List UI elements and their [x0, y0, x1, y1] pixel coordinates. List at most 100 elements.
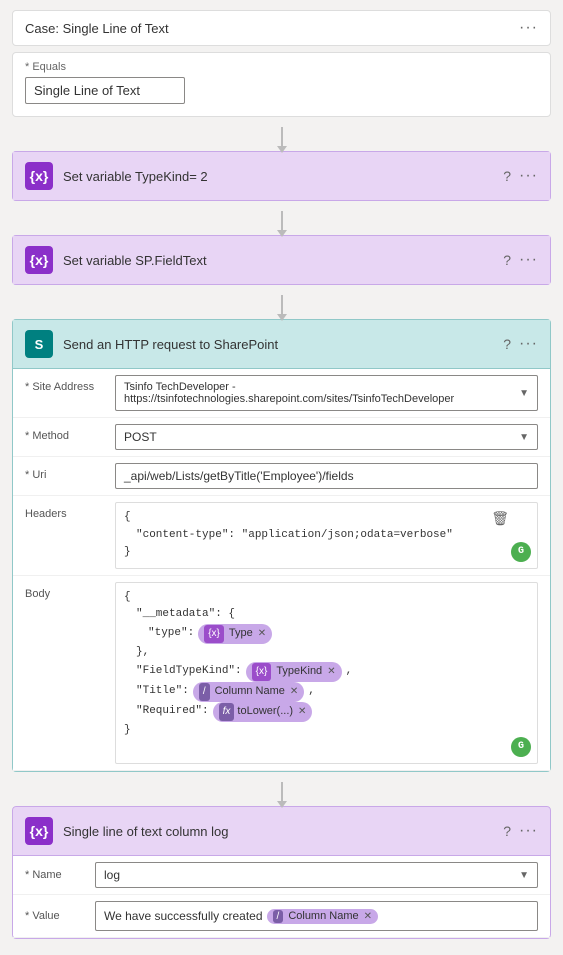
type-token: {x} Type ✕ — [198, 624, 272, 644]
tolower-token-label: toLower(...) — [237, 703, 293, 721]
action-fieldtext-controls: ? ··· — [503, 251, 538, 269]
type-token-remove[interactable]: ✕ — [258, 626, 266, 642]
action-typekind-help[interactable]: ? — [503, 168, 511, 184]
action-fieldtext-menu[interactable]: ··· — [519, 251, 538, 269]
action-typekind-icon: {x} — [25, 162, 53, 190]
uri-value[interactable]: _api/web/Lists/getByTitle('Employee')/fi… — [115, 463, 538, 489]
action-fieldtext: {x} Set variable SP.FieldText ? ··· — [12, 235, 551, 285]
body-grammarly-btn: G — [511, 737, 531, 757]
site-address-chevron: ▼ — [519, 388, 529, 399]
action-typekind-title: Set variable TypeKind= 2 — [63, 169, 493, 184]
typekind-token-label: TypeKind — [276, 663, 322, 681]
site-address-row: * Site Address Tsinfo TechDeveloper - ht… — [13, 369, 550, 418]
log-action: {x} Single line of text column log ? ···… — [12, 806, 551, 939]
http-action-header[interactable]: S Send an HTTP request to SharePoint ? ·… — [12, 319, 551, 369]
body-comma-1: , — [346, 663, 353, 681]
log-value-label: * Value — [25, 910, 85, 922]
tolower-token: fx toLower(...) ✕ — [213, 702, 313, 722]
type-token-icon: {x} — [204, 625, 224, 643]
colname-token-label: Column Name — [215, 683, 285, 701]
case-header-menu[interactable]: ··· — [519, 19, 538, 37]
action-fieldtext-title: Set variable SP.FieldText — [63, 253, 493, 268]
log-block-body: * Name log ▼ * Value We have successfull… — [12, 856, 551, 939]
arrow-2 — [12, 207, 551, 235]
action-fieldtext-help[interactable]: ? — [503, 252, 511, 268]
body-required-row: "Required": fx toLower(...) ✕ — [124, 702, 529, 722]
site-address-value: Tsinfo TechDeveloper - https://tsinfotec… — [124, 381, 519, 405]
log-name-chevron: ▼ — [519, 870, 529, 881]
headers-delete-icon[interactable]: 🗑 — [491, 509, 509, 531]
grammarly-btn: G — [511, 542, 531, 562]
body-line-5: "FieldTypeKind": — [136, 663, 242, 681]
headers-code[interactable]: 🗑 { "content-type": "application/json;od… — [115, 502, 538, 569]
body-code[interactable]: { "__metadata": { "type": {x} Type ✕ — [115, 582, 538, 764]
log-colname-remove[interactable]: ✕ — [364, 911, 372, 922]
body-metadata-line: "__metadata": { — [124, 606, 529, 624]
log-action-controls: ? ··· — [503, 822, 538, 840]
headers-row: Headers 🗑 { "content-type": "application… — [13, 496, 550, 576]
body-typekind-row: "FieldTypeKind": {x} TypeKind ✕ , — [124, 662, 529, 682]
log-name-dropdown[interactable]: log ▼ — [95, 862, 538, 888]
method-value: POST — [124, 430, 157, 444]
site-address-field[interactable]: Tsinfo TechDeveloper - https://tsinfotec… — [115, 375, 538, 411]
body-line-7: "Required": — [136, 703, 209, 721]
http-action-controls: ? ··· — [503, 335, 538, 353]
action-typekind-header[interactable]: {x} Set variable TypeKind= 2 ? ··· — [12, 151, 551, 201]
log-name-field[interactable]: log ▼ — [95, 862, 538, 888]
body-title-row: "Title": / Column Name ✕ , — [124, 682, 529, 702]
headers-line-1: { — [124, 509, 529, 527]
log-name-label: * Name — [25, 869, 85, 881]
http-action: S Send an HTTP request to SharePoint ? ·… — [12, 319, 551, 772]
arrow-3 — [12, 291, 551, 319]
body-line-1: { — [124, 589, 529, 607]
arrow-1 — [12, 123, 551, 151]
body-line-6: "Title": — [136, 683, 189, 701]
http-help-icon[interactable]: ? — [503, 336, 511, 352]
log-help-icon[interactable]: ? — [503, 823, 511, 839]
site-address-dropdown[interactable]: Tsinfo TechDeveloper - https://tsinfotec… — [115, 375, 538, 411]
uri-label: * Uri — [25, 463, 105, 481]
action-typekind: {x} Set variable TypeKind= 2 ? ··· — [12, 151, 551, 201]
equals-input[interactable] — [25, 77, 185, 104]
log-value-row: * Value We have successfully created / C… — [13, 895, 550, 938]
arrow-line-1 — [281, 127, 283, 147]
page-container: Case: Single Line of Text ··· * Equals {… — [0, 0, 563, 955]
http-action-menu[interactable]: ··· — [519, 335, 538, 353]
type-token-label: Type — [229, 625, 253, 643]
arrow-line-4 — [281, 782, 283, 802]
http-action-title: Send an HTTP request to SharePoint — [63, 337, 493, 352]
method-label: * Method — [25, 424, 105, 442]
action-fieldtext-icon: {x} — [25, 246, 53, 274]
headers-line-2: "content-type": "application/json;odata=… — [124, 527, 529, 545]
log-action-menu[interactable]: ··· — [519, 822, 538, 840]
body-row: Body { "__metadata": { "type": {x} Type — [13, 576, 550, 771]
arrow-line-2 — [281, 211, 283, 231]
equals-label: * Equals — [25, 61, 538, 73]
log-name-value: log — [104, 868, 120, 882]
log-value-field[interactable]: We have successfully created / Column Na… — [95, 901, 538, 931]
http-icon-letter: S — [35, 337, 44, 352]
log-value-prefix: We have successfully created — [104, 909, 263, 923]
log-colname-label: Column Name — [288, 910, 358, 922]
arrow-line-3 — [281, 295, 283, 315]
log-name-row: * Name log ▼ — [13, 856, 550, 895]
body-comma-2: , — [308, 683, 315, 701]
colname-token-icon: / — [199, 683, 210, 701]
tolower-token-icon: fx — [219, 703, 235, 721]
typekind-token-remove[interactable]: ✕ — [327, 664, 335, 680]
colname-token-remove[interactable]: ✕ — [290, 684, 298, 700]
action-typekind-menu[interactable]: ··· — [519, 167, 538, 185]
method-dropdown[interactable]: POST ▼ — [115, 424, 538, 450]
body-closing-brace: }, — [124, 644, 529, 662]
tolower-token-remove[interactable]: ✕ — [298, 704, 306, 720]
headers-code-container: 🗑 { "content-type": "application/json;od… — [115, 502, 538, 569]
log-action-title: Single line of text column log — [63, 824, 493, 839]
action-typekind-controls: ? ··· — [503, 167, 538, 185]
method-field[interactable]: POST ▼ — [115, 424, 538, 450]
uri-field-container: _api/web/Lists/getByTitle('Employee')/fi… — [115, 463, 538, 489]
uri-row: * Uri _api/web/Lists/getByTitle('Employe… — [13, 457, 550, 496]
headers-label: Headers — [25, 502, 105, 520]
log-colname-icon: / — [273, 910, 284, 923]
action-fieldtext-header[interactable]: {x} Set variable SP.FieldText ? ··· — [12, 235, 551, 285]
log-action-header[interactable]: {x} Single line of text column log ? ··· — [12, 806, 551, 856]
